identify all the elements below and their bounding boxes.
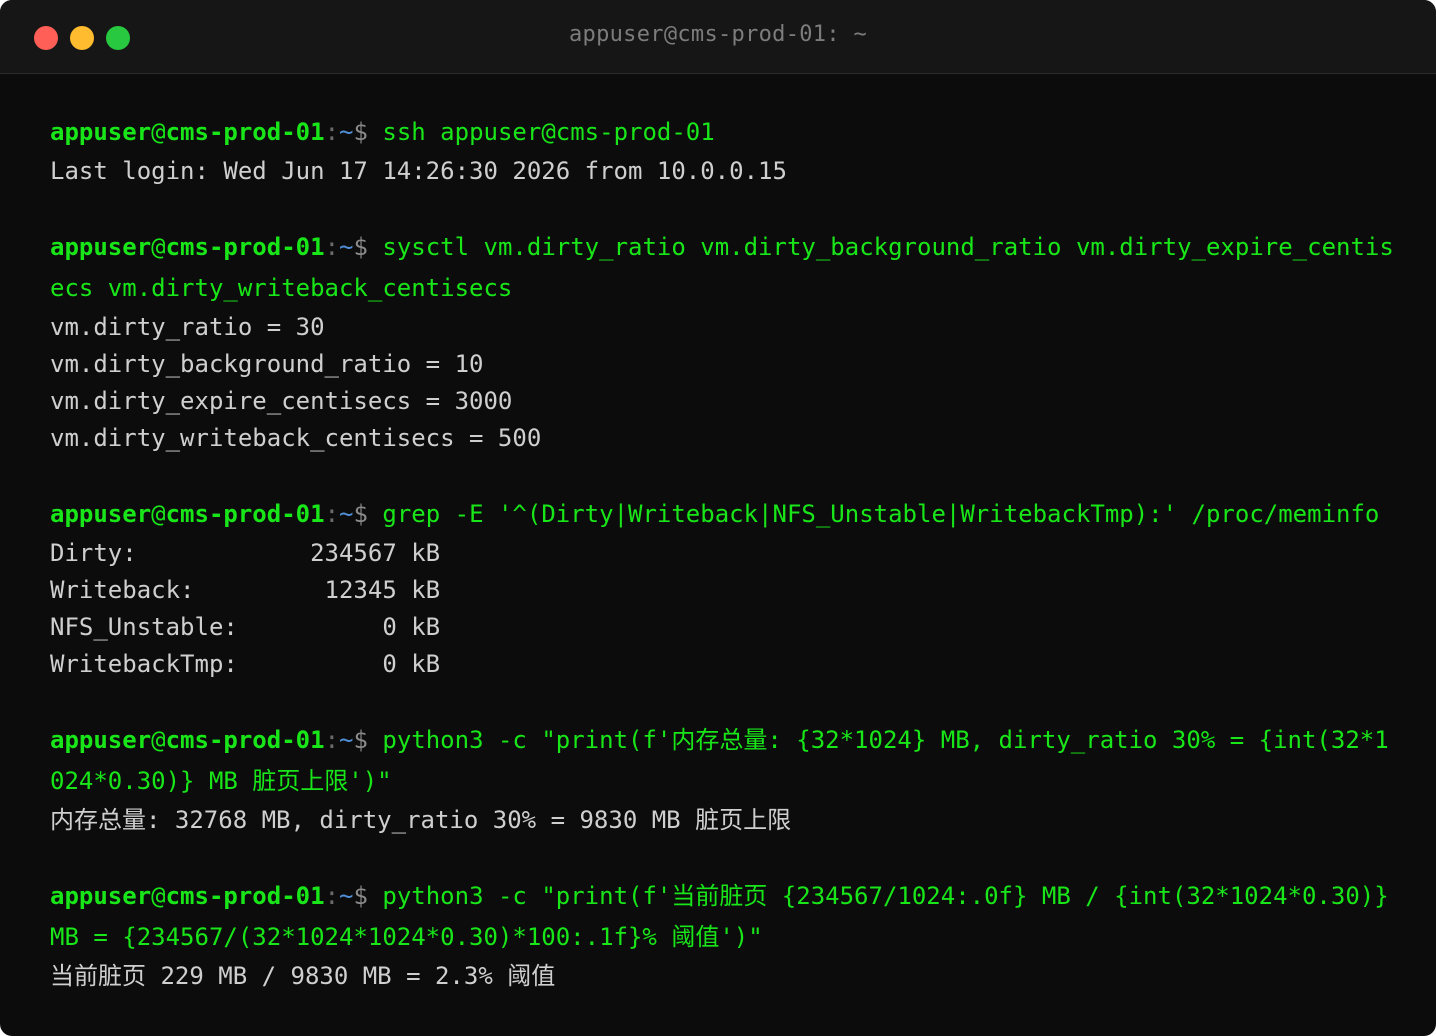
prompt-host: cms-prod-01 (165, 726, 325, 754)
output-line: 内存总量: 32768 MB, dirty_ratio 30% = 9830 M… (50, 806, 792, 834)
prompt-user: appuser (50, 882, 152, 910)
title-bar: appuser@cms-prod-01: ~ (0, 0, 1436, 74)
output-line: 当前脏页 229 MB / 9830 MB = 2.3% 阈值 (50, 962, 556, 990)
output-line: WritebackTmp: 0 kB (50, 650, 441, 678)
command-text: grep -E '^(Dirty|Writeback|NFS_Unstable|… (382, 500, 1380, 528)
command-text: ssh appuser@cms-prod-01 (382, 118, 715, 146)
output-line: Dirty: 234567 kB (50, 539, 441, 567)
output-line: vm.dirty_expire_centisecs = 3000 (50, 387, 513, 415)
prompt-host: cms-prod-01 (165, 233, 325, 261)
prompt-at: @ (151, 233, 166, 261)
command-line: appuser@cms-prod-01:~$ python3 -c "print… (50, 876, 1400, 958)
prompt-user: appuser (50, 726, 152, 754)
prompt-separator: : (324, 726, 340, 754)
prompt-at: @ (151, 500, 166, 528)
prompt-symbol: $ (353, 500, 383, 528)
prompt-host: cms-prod-01 (165, 118, 325, 146)
prompt-host: cms-prod-01 (165, 882, 325, 910)
prompt-at: @ (151, 726, 166, 754)
output-line: NFS_Unstable: 0 kB (50, 613, 441, 641)
prompt-separator: : (324, 233, 340, 261)
prompt-user: appuser (50, 118, 152, 146)
command-line: appuser@cms-prod-01:~$ python3 -c "print… (50, 720, 1400, 802)
prompt-symbol: $ (353, 118, 383, 146)
command-line: appuser@cms-prod-01:~$ ssh appuser@cms-p… (50, 112, 1400, 153)
output-line: Last login: Wed Jun 17 14:26:30 2026 fro… (50, 157, 787, 185)
prompt-user: appuser (50, 233, 152, 261)
window-title: appuser@cms-prod-01: ~ (569, 22, 867, 47)
prompt-symbol: $ (353, 233, 383, 261)
prompt-symbol: $ (353, 726, 383, 754)
output-line: Writeback: 12345 kB (50, 576, 441, 604)
terminal-output[interactable]: appuser@cms-prod-01:~$ ssh appuser@cms-p… (50, 112, 1400, 995)
output-line: vm.dirty_writeback_centisecs = 500 (50, 424, 542, 452)
prompt-path: ~ (339, 726, 354, 754)
prompt-separator: : (324, 882, 340, 910)
command-line: appuser@cms-prod-01:~$ sysctl vm.dirty_r… (50, 227, 1400, 309)
prompt-at: @ (151, 118, 166, 146)
output-line: vm.dirty_background_ratio = 10 (50, 350, 484, 378)
prompt-at: @ (151, 882, 166, 910)
prompt-path: ~ (339, 233, 354, 261)
prompt-host: cms-prod-01 (165, 500, 325, 528)
prompt-user: appuser (50, 500, 152, 528)
command-line: appuser@cms-prod-01:~$ grep -E '^(Dirty|… (50, 494, 1400, 535)
prompt-path: ~ (339, 500, 354, 528)
terminal-window: appuser@cms-prod-01: ~ appuser@cms-prod-… (0, 0, 1436, 1036)
output-line: vm.dirty_ratio = 30 (50, 313, 325, 341)
prompt-symbol: $ (353, 882, 383, 910)
prompt-separator: : (324, 118, 340, 146)
prompt-separator: : (324, 500, 340, 528)
prompt-path: ~ (339, 882, 354, 910)
prompt-path: ~ (339, 118, 354, 146)
